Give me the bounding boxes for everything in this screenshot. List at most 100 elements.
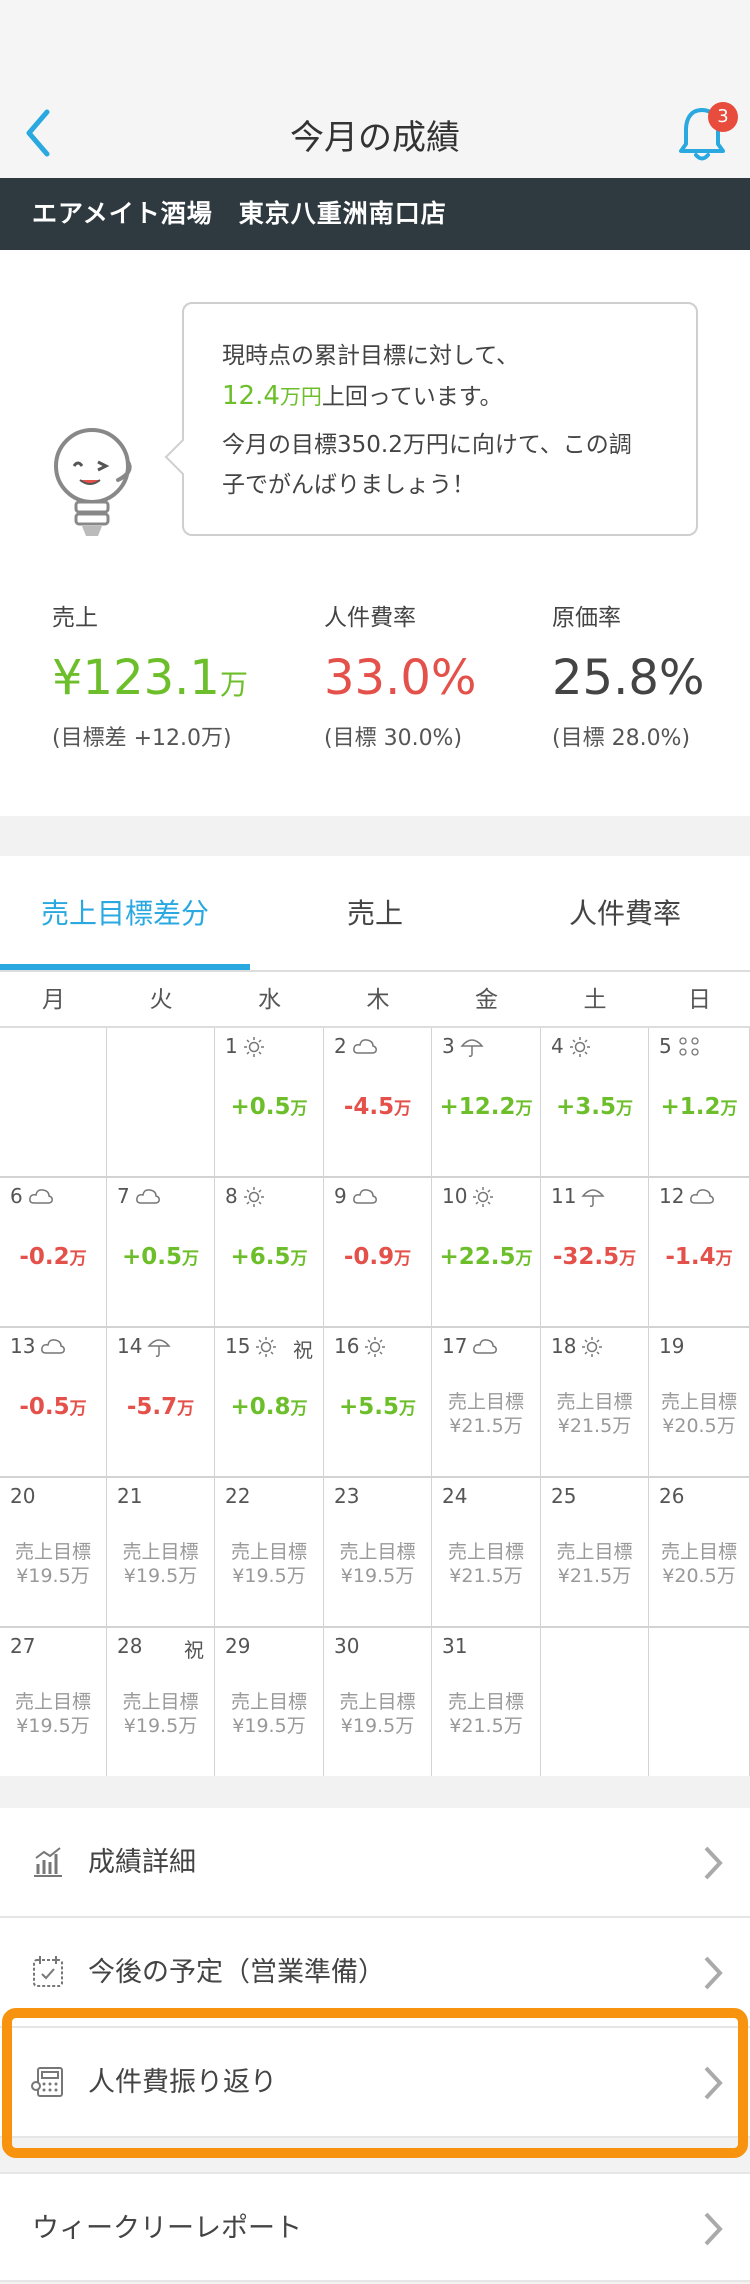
calendar-day-cell[interactable]: 26 売上目標 ¥20.5万 — [649, 1478, 750, 1628]
calendar-day-cell[interactable]: 29 売上目標 ¥19.5万 — [215, 1628, 324, 1778]
calendar-day-cell[interactable]: 22 売上目標 ¥19.5万 — [215, 1478, 324, 1628]
sales-target-diff: +1.2万 — [660, 1094, 738, 1120]
umbrella-icon — [147, 1336, 171, 1363]
tab-sales[interactable]: 売上 — [250, 856, 500, 972]
calendar-day-cell[interactable]: 14 -5.7万 — [107, 1328, 215, 1478]
umbrella-icon — [581, 1186, 605, 1213]
calendar-day-cell[interactable]: 24 売上目標 ¥21.5万 — [432, 1478, 541, 1628]
calendar-empty-cell — [0, 1028, 107, 1178]
metric-label: 売上 — [52, 605, 98, 631]
weekday-label: 水 — [258, 987, 281, 1013]
advice-line-4: 子でがんばりましょう！ — [222, 472, 475, 498]
day-number: 1 — [225, 1034, 238, 1058]
calendar-day-cell[interactable]: 10 +22.5万 — [432, 1178, 541, 1328]
sales-target: 売上目標 ¥19.5万 — [122, 1691, 199, 1737]
metric-value: ¥123.1万 — [52, 650, 248, 706]
sales-target: 売上目標 ¥19.5万 — [230, 1691, 307, 1737]
sun-icon — [472, 1186, 494, 1213]
sales-target-diff: -5.7万 — [126, 1394, 195, 1420]
section-divider — [0, 1776, 750, 1808]
tab-bar: 売上目標差分 売上 人件費率 — [0, 856, 750, 972]
calendar-day-cell[interactable]: 23 売上目標 ¥19.5万 — [324, 1478, 432, 1628]
sales-target: 売上目標 ¥19.5万 — [122, 1541, 199, 1587]
tab-labor-rate[interactable]: 人件費率 — [500, 856, 750, 972]
sales-target-diff: +22.5万 — [439, 1244, 533, 1270]
sales-target: 売上目標 ¥19.5万 — [339, 1541, 416, 1587]
sales-target-diff: -1.4万 — [665, 1244, 733, 1270]
calendar-day-cell[interactable]: 28 祝売上目標 ¥19.5万 — [107, 1628, 215, 1778]
calendar-day-cell[interactable]: 25 売上目標 ¥21.5万 — [541, 1478, 649, 1628]
metric-target: (目標 30.0%) — [324, 726, 463, 751]
day-number: 28 — [117, 1634, 143, 1658]
sun-icon — [569, 1036, 591, 1063]
metric-label: 原価率 — [552, 605, 621, 631]
sales-target: 売上目標 ¥21.5万 — [447, 1391, 524, 1437]
page-title: 今月の成績 — [290, 118, 460, 158]
day-number: 22 — [225, 1484, 251, 1508]
sales-target-diff: +3.5万 — [555, 1094, 633, 1120]
calendar-day-cell[interactable]: 19 売上目標 ¥20.5万 — [649, 1328, 750, 1478]
sales-target-diff: +0.5万 — [230, 1094, 308, 1120]
sales-target-diff: -4.5万 — [343, 1094, 412, 1120]
advice-line-3: 今月の目標350.2万円に向けて、この調 — [222, 432, 632, 458]
menu-item-performance-detail[interactable]: 成績詳細 — [0, 1808, 750, 1918]
sales-target-diff: +5.5万 — [338, 1394, 416, 1420]
advice-bubble: 現時点の累計目標に対して、 12.4万円上回っています。 今月の目標350.2万… — [182, 302, 698, 536]
sales-target: 売上目標 ¥19.5万 — [230, 1541, 307, 1587]
calendar-icon — [33, 1956, 63, 1987]
calendar-day-cell[interactable]: 21 売上目標 ¥19.5万 — [107, 1478, 215, 1628]
calendar-day-cell[interactable]: 30 売上目標 ¥19.5万 — [324, 1628, 432, 1778]
sales-target-diff: +12.2万 — [439, 1094, 533, 1120]
calendar-day-cell[interactable]: 13 -0.5万 — [0, 1328, 107, 1478]
menu-item-weekly-report[interactable]: ウィークリーレポート — [0, 2172, 750, 2282]
calendar-day-cell[interactable]: 8 +6.5万 — [215, 1178, 324, 1328]
calendar-day-cell[interactable]: 1 +0.5万 — [215, 1028, 324, 1178]
sales-target-diff: +0.8万 — [230, 1394, 308, 1420]
holiday-mark: 祝 — [184, 1638, 204, 1662]
calendar-day-cell[interactable]: 27 売上目標 ¥19.5万 — [0, 1628, 107, 1778]
calendar-empty-cell — [541, 1628, 649, 1778]
calendar-day-cell[interactable]: 9 -0.9万 — [324, 1178, 432, 1328]
weekday-label: 金 — [475, 987, 498, 1013]
sales-target-diff: +6.5万 — [230, 1244, 308, 1270]
day-number: 26 — [659, 1484, 685, 1508]
weekday-label: 日 — [688, 987, 711, 1013]
calendar-day-cell[interactable]: 12 -1.4万 — [649, 1178, 750, 1328]
calendar-day-cell[interactable]: 15 祝 +0.8万 — [215, 1328, 324, 1478]
calendar-day-cell[interactable]: 17 売上目標 ¥21.5万 — [432, 1328, 541, 1478]
active-tab-indicator — [0, 964, 250, 970]
day-number: 19 — [659, 1334, 685, 1358]
weekday-label: 土 — [583, 987, 607, 1013]
advice-line-2: 12.4万円上回っています。 — [222, 376, 696, 417]
calendar-day-cell[interactable]: 18 売上目標 ¥21.5万 — [541, 1328, 649, 1478]
calendar-day-cell[interactable]: 5 +1.2万 — [649, 1028, 750, 1178]
calendar-day-cell[interactable]: 7 +0.5万 — [107, 1178, 215, 1328]
sales-target: 売上目標 ¥20.5万 — [660, 1541, 737, 1587]
day-number: 5 — [659, 1034, 672, 1058]
calendar-empty-cell — [649, 1628, 750, 1778]
calendar-day-cell[interactable]: 16 +5.5万 — [324, 1328, 432, 1478]
calendar-day-cell[interactable]: 11 -32.5万 — [541, 1178, 649, 1328]
day-number: 23 — [334, 1484, 360, 1508]
menu-label: ウィークリーレポート — [32, 2213, 302, 2244]
tab-sales-target-diff[interactable]: 売上目標差分 — [0, 856, 250, 972]
sales-target: 売上目標 ¥21.5万 — [556, 1541, 633, 1587]
cloud-icon — [352, 1036, 378, 1061]
sales-target: 売上目標 ¥19.5万 — [14, 1541, 91, 1587]
holiday-mark: 祝 — [293, 1338, 313, 1362]
sales-target-diff: -0.5万 — [19, 1394, 87, 1420]
day-number: 14 — [117, 1334, 143, 1358]
lightbulb-mascot-icon — [54, 428, 132, 536]
calendar-empty-cell — [107, 1028, 215, 1178]
weekday-label: 月 — [42, 987, 65, 1013]
sales-target-diff: -32.5万 — [552, 1244, 637, 1270]
calendar-day-cell[interactable]: 2 -4.5万 — [324, 1028, 432, 1178]
calendar-day-cell[interactable]: 3 +12.2万 — [432, 1028, 541, 1178]
calendar-day-cell[interactable]: 6 -0.2万 — [0, 1178, 107, 1328]
metric-sales: 売上 ¥123.1万 (目標差 +12.0万) — [52, 598, 248, 752]
cloud-icon — [352, 1186, 378, 1211]
calendar-day-cell[interactable]: 4 +3.5万 — [541, 1028, 649, 1178]
sales-target-diff: +0.5万 — [121, 1244, 199, 1270]
calendar-day-cell[interactable]: 20 売上目標 ¥19.5万 — [0, 1478, 107, 1628]
calendar-day-cell[interactable]: 31 売上目標 ¥21.5万 — [432, 1628, 541, 1778]
